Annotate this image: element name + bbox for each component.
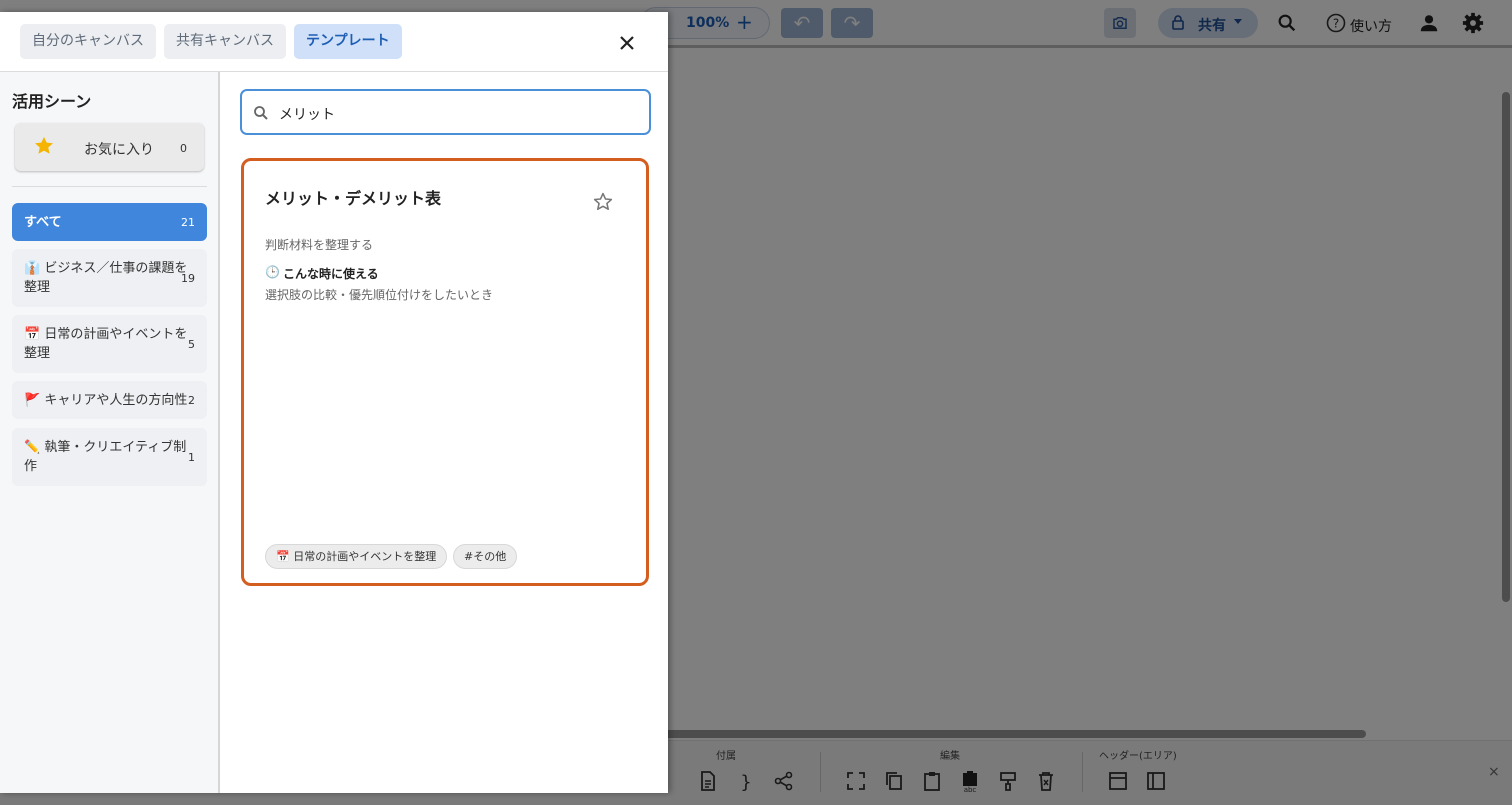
tag-chip[interactable]: #その他 <box>453 544 518 569</box>
template-card[interactable]: メリット・デメリット表 判断材料を整理する 🕒 こんな時に使える 選択肢の比較・… <box>241 158 649 586</box>
sidebar-item-label: 👔 ビジネス／仕事の課題を整理 <box>24 261 188 295</box>
sidebar-item-label: ✏️ 執筆・クリエイティブ制作 <box>24 440 187 474</box>
close-icon[interactable] <box>616 32 638 54</box>
star-outline-icon[interactable] <box>592 191 614 213</box>
sidebar-item-count: 2 <box>188 394 195 407</box>
when-label: こんな時に使える <box>283 267 379 281</box>
favorites-button[interactable]: お気に入り 0 <box>15 123 204 171</box>
clock-icon: 🕒 <box>265 265 280 279</box>
sidebar-item-career[interactable]: 🚩 キャリアや人生の方向性 2 <box>12 381 207 419</box>
scene-sidebar: 活用シーン お気に入り 0 すべて 21 👔 ビジネス／仕事の課題を整理 19 … <box>0 72 220 793</box>
sidebar-item-count: 21 <box>181 216 195 229</box>
template-results: メリット メリット・デメリット表 判断材料を整理する 🕒 こんな時に使える 選択… <box>222 72 668 793</box>
search-icon <box>254 106 268 120</box>
sidebar-item-daily[interactable]: 📅 日常の計画やイベントを整理 5 <box>12 315 207 373</box>
tab-my-canvas[interactable]: 自分のキャンバス <box>20 24 156 59</box>
template-title: メリット・デメリット表 <box>265 189 442 208</box>
star-icon <box>35 136 53 154</box>
sidebar-title: 活用シーン <box>12 92 92 111</box>
when-text: 選択肢の比較・優先順位付けをしたいとき <box>265 288 494 302</box>
sidebar-item-label: 📅 日常の計画やイベントを整理 <box>24 327 188 361</box>
search-input[interactable]: メリット <box>240 89 651 135</box>
favorites-count: 0 <box>180 142 187 155</box>
sidebar-item-label: すべて <box>24 215 62 230</box>
sidebar-item-writing[interactable]: ✏️ 執筆・クリエイティブ制作 1 <box>12 428 207 486</box>
favorites-label: お気に入り <box>84 142 154 158</box>
sidebar-item-count: 19 <box>181 272 195 285</box>
tab-shared-canvas[interactable]: 共有キャンバス <box>164 24 286 59</box>
template-subtitle: 判断材料を整理する <box>265 238 374 252</box>
sidebar-item-count: 5 <box>188 338 195 351</box>
sidebar-item-label: 🚩 キャリアや人生の方向性 <box>24 393 188 408</box>
sidebar-item-all[interactable]: すべて 21 <box>12 203 207 241</box>
modal-header: 自分のキャンバス 共有キャンバス テンプレート <box>0 12 668 72</box>
search-value: メリット <box>279 107 335 123</box>
template-modal: 自分のキャンバス 共有キャンバス テンプレート 活用シーン お気に入り 0 すべ… <box>0 12 668 793</box>
category-chip[interactable]: 📅 日常の計画やイベントを整理 <box>265 544 448 569</box>
tab-template[interactable]: テンプレート <box>294 24 402 59</box>
sidebar-item-business[interactable]: 👔 ビジネス／仕事の課題を整理 19 <box>12 249 207 307</box>
sidebar-divider <box>12 186 207 187</box>
sidebar-item-count: 1 <box>188 451 195 464</box>
